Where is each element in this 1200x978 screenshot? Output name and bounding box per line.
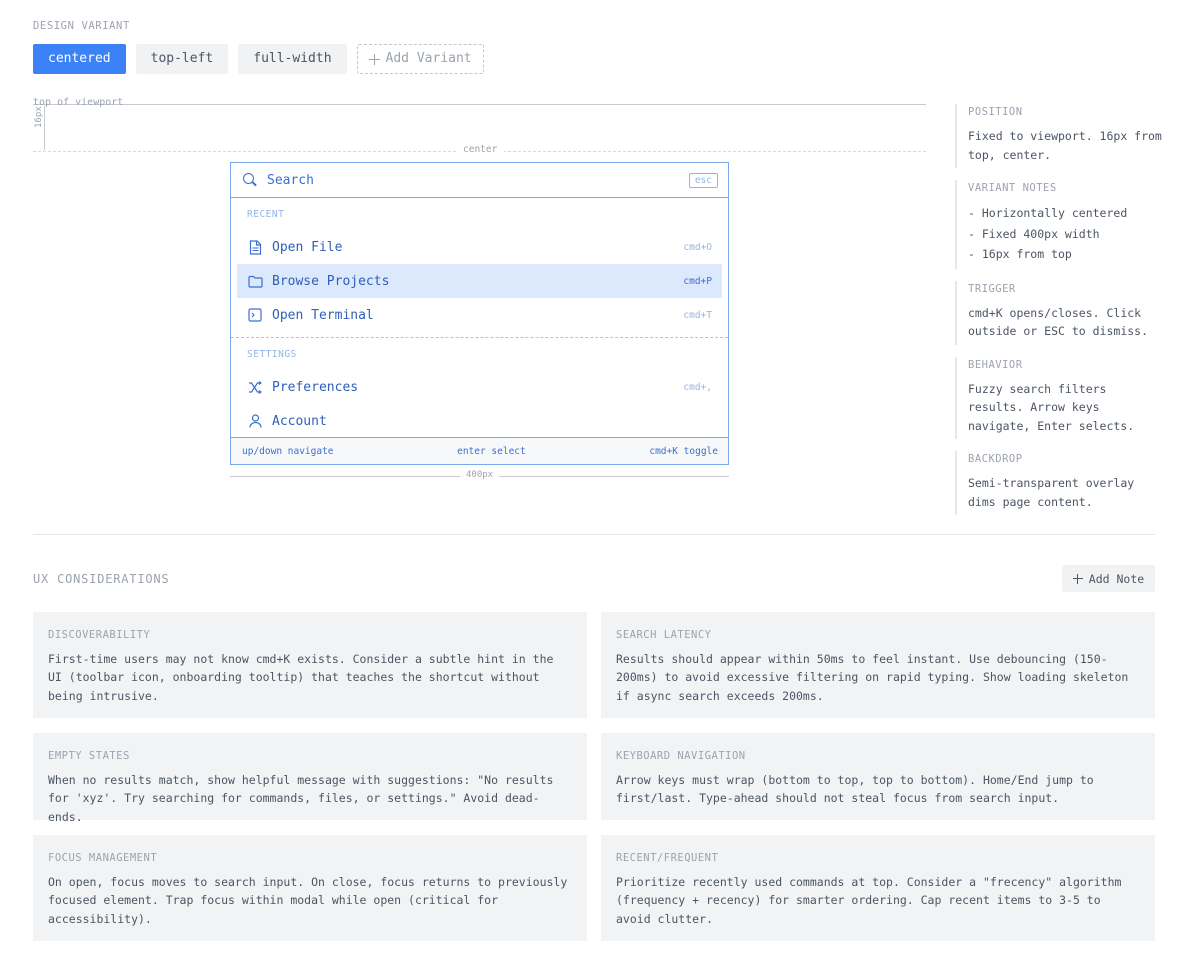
palette-item-label: Preferences xyxy=(272,379,359,395)
group-label-settings: SETTINGS xyxy=(247,349,297,360)
note-body: Fuzzy search filters results. Arrow keys… xyxy=(968,381,1135,433)
gap-label: 16px xyxy=(34,106,44,128)
card-body: On open, focus moves to search input. On… xyxy=(48,875,568,926)
note-title: BACKDROP xyxy=(968,453,1023,465)
section-divider xyxy=(33,534,1155,535)
card-body: First-time users may not know cmd+K exis… xyxy=(48,652,554,703)
group-label-recent: RECENT xyxy=(247,209,285,220)
shortcut-hint: cmd+O xyxy=(683,241,712,253)
palette-item-open-terminal[interactable]: Open Terminal cmd+T xyxy=(237,298,722,332)
palette-item-open-file[interactable]: Open File cmd+O xyxy=(237,230,722,264)
user-icon xyxy=(247,413,263,429)
add-note-label: Add Note xyxy=(1088,571,1145,586)
ux-card-empty-states: EMPTY STATES When no results match, show… xyxy=(33,733,587,824)
card-body: Arrow keys must wrap (bottom to top, top… xyxy=(616,773,1094,806)
note-list-item: - 16px from top xyxy=(968,247,1072,261)
note-position: POSITION Fixed to viewport. 16px from to… xyxy=(955,104,1165,168)
palette-item-label: Open Terminal xyxy=(272,307,374,323)
variant-tab-centered[interactable]: centered xyxy=(33,44,126,74)
card-title: RECENT/FREQUENT xyxy=(616,852,719,864)
note-body: cmd+K opens/closes. Click outside or ESC… xyxy=(968,305,1149,339)
viewport-label: top of viewport xyxy=(33,97,124,108)
variant-notes-panel: POSITION Fixed to viewport. 16px from to… xyxy=(955,104,1165,527)
esc-badge[interactable]: esc xyxy=(688,172,718,188)
card-body: Prioritize recently used commands at top… xyxy=(616,875,1122,926)
footer-toggle-hint: cmd+K toggle xyxy=(649,445,718,457)
palette-search-bar: esc xyxy=(231,163,728,198)
note-variant-notes: VARIANT NOTES - Horizontally centered - … xyxy=(955,180,1165,269)
card-title: DISCOVERABILITY xyxy=(48,629,151,641)
variant-tab-top-left[interactable]: top-left xyxy=(135,44,229,74)
ux-card-search-latency: SEARCH LATENCY Results should appear wit… xyxy=(601,612,1155,718)
note-title: POSITION xyxy=(968,106,1023,118)
palette-search-input[interactable] xyxy=(267,172,689,188)
variant-tabs: centered top-left full-width Add Variant xyxy=(33,44,484,74)
add-variant-label: Add Variant xyxy=(385,51,472,66)
card-title: FOCUS MANAGEMENT xyxy=(48,852,158,864)
shortcut-hint: cmd+, xyxy=(683,381,712,393)
width-label: 400px xyxy=(460,470,500,480)
add-variant-button[interactable]: Add Variant xyxy=(356,44,484,74)
card-title: SEARCH LATENCY xyxy=(616,629,712,641)
file-icon xyxy=(247,239,263,255)
ux-card-focus-management: FOCUS MANAGEMENT On open, focus moves to… xyxy=(33,835,587,941)
design-variant-label: DESIGN VARIANT xyxy=(33,20,130,32)
palette-group-divider xyxy=(231,337,728,338)
note-backdrop: BACKDROP Semi-transparent overlay dims p… xyxy=(955,451,1165,515)
note-trigger: TRIGGER cmd+K opens/closes. Click outsid… xyxy=(955,280,1165,345)
palette-item-label: Open File xyxy=(272,239,343,255)
card-body: Results should appear within 50ms to fee… xyxy=(616,652,1129,703)
folder-icon xyxy=(247,273,263,289)
variant-tab-full-width[interactable]: full-width xyxy=(238,44,347,74)
footer-navigate-hint: up/down navigate xyxy=(242,445,334,457)
note-body: Fixed to viewport. 16px from top, center… xyxy=(968,129,1162,162)
viewport-top-line xyxy=(33,104,926,105)
note-title: BEHAVIOR xyxy=(968,358,1023,371)
palette-item-browse-projects[interactable]: Browse Projects cmd+P xyxy=(237,264,722,298)
card-title: KEYBOARD NAVIGATION xyxy=(616,750,746,762)
plus-icon xyxy=(1072,573,1083,584)
note-title: TRIGGER xyxy=(968,282,1016,295)
ux-considerations-title: UX CONSIDERATIONS xyxy=(33,572,170,586)
note-list-item: - Horizontally centered xyxy=(968,206,1128,220)
ux-card-keyboard-navigation: KEYBOARD NAVIGATION Arrow keys must wrap… xyxy=(601,733,1155,820)
card-body: When no results match, show helpful mess… xyxy=(48,773,554,824)
center-label: center xyxy=(456,144,505,155)
palette-item-account[interactable]: Account xyxy=(237,404,722,438)
palette-item-preferences[interactable]: Preferences cmd+, xyxy=(237,370,722,404)
terminal-icon xyxy=(247,307,263,323)
gap-measure-line xyxy=(44,106,45,150)
ux-card-recent-frequent: RECENT/FREQUENT Prioritize recently used… xyxy=(601,835,1155,941)
ux-card-discoverability: DISCOVERABILITY First-time users may not… xyxy=(33,612,587,718)
note-body: Semi-transparent overlay dims page conte… xyxy=(968,476,1135,509)
note-behavior: BEHAVIOR Fuzzy search filters results. A… xyxy=(955,356,1165,439)
shortcut-hint: cmd+P xyxy=(683,275,712,287)
shortcut-hint: cmd+T xyxy=(683,309,712,321)
card-title: EMPTY STATES xyxy=(48,750,130,762)
footer-select-hint: enter select xyxy=(457,445,526,457)
search-icon xyxy=(243,173,257,187)
plus-icon xyxy=(368,53,380,65)
palette-item-label: Account xyxy=(272,413,327,429)
palette-footer: up/down navigate enter select cmd+K togg… xyxy=(231,437,728,464)
command-palette: esc RECENT Open File cmd+O Browse Projec… xyxy=(230,162,729,465)
note-title: VARIANT NOTES xyxy=(968,182,1057,194)
shuffle-icon xyxy=(247,379,263,395)
palette-item-label: Browse Projects xyxy=(272,273,390,289)
add-note-button[interactable]: Add Note xyxy=(1062,565,1155,592)
note-list-item: - Fixed 400px width xyxy=(968,226,1100,241)
